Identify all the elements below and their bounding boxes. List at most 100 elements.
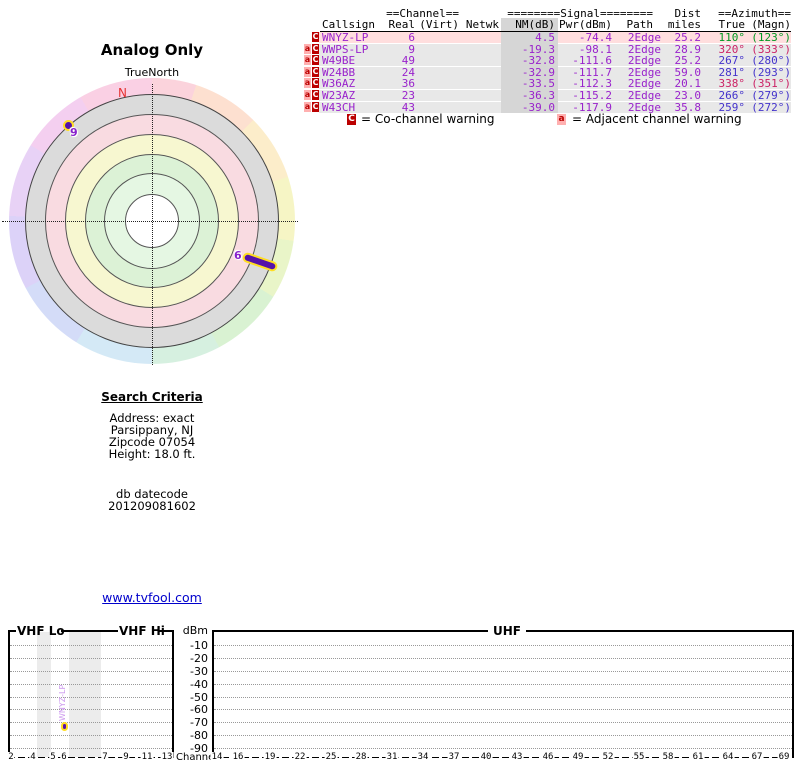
- spectrum-station-label: WNYZ-LP: [58, 684, 67, 721]
- cell-callsign: WNYZ-LP: [322, 31, 369, 44]
- channel-tick: 49: [571, 752, 585, 762]
- channel-tick: 6: [60, 752, 68, 762]
- cell-real: 24: [401, 65, 415, 79]
- cell-path: 2Edge: [627, 65, 661, 79]
- cell-callsign: WWPS-LP: [322, 42, 369, 56]
- channel-tick: 34: [416, 752, 430, 762]
- gridline: [214, 684, 792, 685]
- cell-real: 36: [401, 77, 415, 91]
- cell-miles: 28.9: [674, 42, 702, 56]
- cell-miles: 25.2: [674, 31, 702, 44]
- vhf-gray-band: [69, 632, 101, 757]
- cell-nm: -39.0: [521, 100, 555, 114]
- cell-nm: -32.9: [521, 65, 555, 79]
- dbm-tick: -30: [190, 665, 208, 678]
- vhf-hi-label: VHF Hi: [119, 624, 165, 638]
- channel-tick: 55: [632, 752, 646, 762]
- gridline: [10, 671, 172, 672]
- co-channel-badge: C: [312, 90, 319, 100]
- channel-tick: 67: [750, 752, 764, 762]
- cell-pwr: -115.2: [572, 89, 612, 102]
- cell-nm: -32.8: [521, 54, 555, 68]
- channel-tick: 64: [721, 752, 735, 762]
- gridline: [10, 722, 172, 723]
- channel-tick: 7: [101, 752, 109, 762]
- dbm-tick: -80: [190, 729, 208, 742]
- channel-tick: 13: [160, 752, 174, 762]
- col-header-path: Path: [626, 18, 654, 31]
- cell-miles: 25.2: [674, 54, 702, 68]
- gridline: [214, 735, 792, 736]
- adjacent-channel-badge: a: [304, 55, 311, 66]
- vhf-lo-label: VHF Lo: [17, 624, 65, 638]
- gridline: [10, 697, 172, 698]
- spectrum-signal-bar-ch6: [61, 722, 68, 731]
- col-header-magn: (Magn): [751, 18, 791, 31]
- cell-true-az: 267°: [718, 54, 746, 68]
- panel-border: [172, 630, 174, 758]
- channel-tick: 19: [263, 752, 277, 762]
- dbm-tick: -70: [190, 716, 208, 729]
- panel-border: [212, 630, 214, 758]
- cell-pwr: -111.6: [572, 54, 612, 68]
- table-row: a C WWPS-LP 9 -19.3 -98.1 2Edge 28.9 320…: [0, 42, 800, 56]
- cell-callsign: W24BB: [322, 65, 356, 79]
- channel-tick: 37: [447, 752, 461, 762]
- col-header-pwr: Pwr(dBm): [559, 18, 612, 31]
- vhf-gray-band: [37, 632, 51, 757]
- channel-tick: 46: [541, 752, 555, 762]
- gridline: [10, 748, 172, 749]
- cell-miles: 20.1: [674, 77, 702, 91]
- cell-true-az: 338°: [718, 77, 746, 91]
- channel-tick: 25: [324, 752, 338, 762]
- cell-pwr: -98.1: [578, 42, 612, 56]
- table-row: C WNYZ-LP 6 4.5 -74.4 2Edge 25.2 110° (1…: [0, 32, 800, 43]
- channel-tick: 4: [29, 752, 37, 762]
- gridline: [214, 658, 792, 659]
- tvfool-link[interactable]: www.tvfool.com: [52, 590, 252, 605]
- table-row: a C W49BE 49 -32.8 -111.6 2Edge 25.2 267…: [0, 54, 800, 68]
- channel-tick: 43: [510, 752, 524, 762]
- search-criteria-height: Height: 18.0 ft.: [108, 447, 196, 461]
- channel-tick: 31: [385, 752, 399, 762]
- gridline: [214, 697, 792, 698]
- gridline: [214, 722, 792, 723]
- adjacent-channel-badge: a: [304, 66, 311, 77]
- table-row: a C W24BB 24 -32.9 -111.7 2Edge 59.0 281…: [0, 65, 800, 79]
- cell-pwr: -112.3: [572, 77, 612, 91]
- cell-nm: -33.5: [521, 77, 555, 91]
- crosshair-vertical: [152, 84, 153, 365]
- panel-border: [792, 630, 794, 758]
- cell-miles: 23.0: [674, 89, 702, 102]
- co-channel-badge: C: [312, 78, 319, 89]
- gridline: [10, 658, 172, 659]
- cell-real: 6: [408, 31, 415, 44]
- gridline: [10, 709, 172, 710]
- channel-tick: 28: [354, 752, 368, 762]
- cell-real: 23: [401, 89, 415, 102]
- channel-tick: 61: [691, 752, 705, 762]
- co-channel-legend-badge: C: [347, 114, 356, 125]
- gridline: [10, 684, 172, 685]
- co-channel-legend-text: = Co-channel warning: [361, 112, 495, 126]
- channel-tick: 2: [7, 752, 15, 762]
- panel-border: [61, 630, 118, 632]
- co-channel-badge: C: [312, 66, 319, 77]
- adjacent-channel-badge: a: [304, 90, 311, 100]
- channel-tick: 69: [777, 752, 791, 762]
- co-channel-badge: C: [312, 32, 319, 42]
- col-header-callsign: Callsign: [322, 18, 375, 31]
- table-row: a C W36AZ 36 -33.5 -112.3 2Edge 20.1 338…: [0, 77, 800, 91]
- cell-callsign: W23AZ: [322, 89, 356, 102]
- table-row: a C W43CH 43 -39.0 -117.9 2Edge 35.8 259…: [0, 100, 800, 114]
- cell-nm: 4.5: [535, 31, 555, 44]
- cell-miles: 59.0: [674, 65, 702, 79]
- co-channel-badge: C: [312, 43, 319, 54]
- cell-pwr: -117.9: [572, 100, 612, 114]
- adjacent-channel-badge: a: [304, 43, 311, 54]
- cell-magn-az: (293°): [751, 65, 791, 79]
- col-header-true: True: [718, 18, 746, 31]
- gridline: [10, 735, 172, 736]
- adjacent-legend-text: = Adjacent channel warning: [572, 112, 742, 126]
- channel-tick: 9: [122, 752, 130, 762]
